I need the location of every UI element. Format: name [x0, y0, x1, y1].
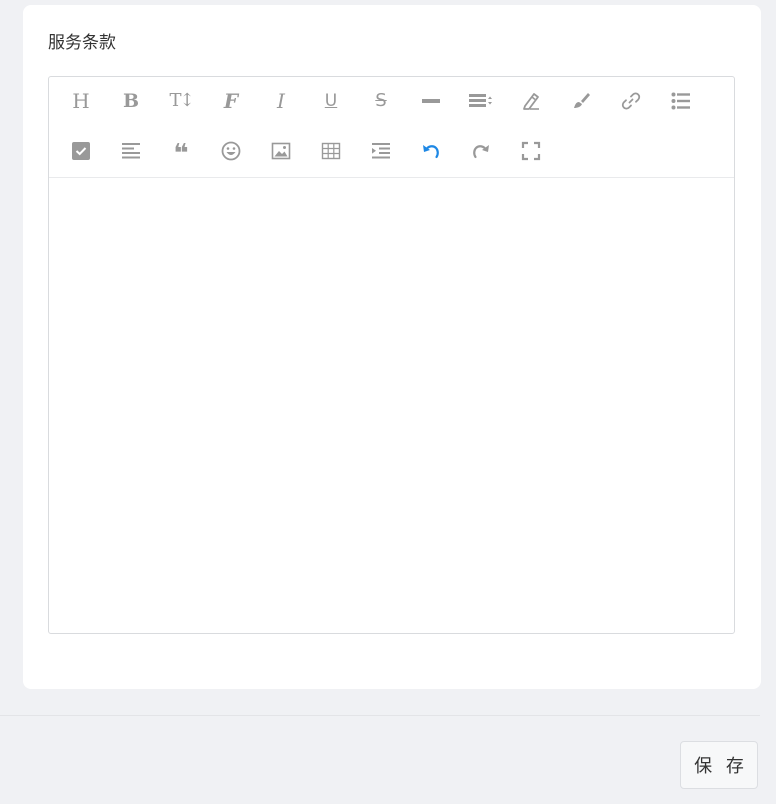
font-size-button[interactable]: T↕ [166, 86, 196, 116]
bold-button[interactable]: B [116, 86, 146, 116]
quote-icon: ❝ [173, 139, 189, 169]
align-left-icon [122, 143, 140, 159]
section-title: 服务条款 [48, 33, 116, 53]
image-icon [271, 142, 291, 160]
font-family-button[interactable]: F [216, 86, 246, 116]
text-color-icon [523, 93, 539, 110]
table-icon [321, 142, 341, 160]
underline-icon: U [324, 91, 338, 111]
link-button[interactable] [616, 86, 646, 116]
quote-button[interactable]: ❝ [166, 136, 196, 169]
fullscreen-button[interactable] [516, 136, 546, 166]
font-size-icon: T↕ [169, 90, 194, 111]
bold-icon: B [122, 90, 140, 112]
font-family-icon: F [223, 89, 239, 113]
strikethrough-button[interactable]: S [366, 86, 396, 116]
line-height-icon [469, 94, 492, 107]
indent-button[interactable] [366, 136, 396, 166]
redo-icon [473, 145, 489, 159]
emoji-button[interactable] [216, 136, 246, 166]
align-left-button[interactable] [116, 136, 146, 166]
background-color-button[interactable] [566, 86, 596, 116]
underline-button[interactable]: U [316, 86, 346, 116]
redo-button[interactable] [466, 136, 496, 166]
footer-divider [0, 715, 760, 716]
emoji-icon [221, 141, 241, 161]
fullscreen-icon [521, 141, 541, 161]
undo-button[interactable] [416, 136, 446, 166]
rich-text-editor: H B T↕ F I U S ❝ [48, 76, 735, 634]
undo-icon [423, 145, 439, 159]
terms-card: 服务条款 H B T↕ F I U S ❝ [23, 5, 761, 689]
editor-toolbar: H B T↕ F I U S ❝ [49, 77, 734, 178]
indent-icon [372, 143, 390, 159]
heading-icon: H [72, 89, 90, 113]
line-height-button[interactable] [466, 86, 496, 116]
strikethrough-icon: S [375, 90, 387, 111]
link-icon [621, 92, 641, 110]
horizontal-rule-button[interactable] [416, 86, 446, 116]
editor-content[interactable] [49, 178, 734, 633]
text-color-button[interactable] [516, 86, 546, 116]
italic-button[interactable]: I [266, 86, 296, 116]
todo-checkbox-button[interactable] [66, 136, 96, 166]
image-button[interactable] [266, 136, 296, 166]
background-color-icon [574, 93, 590, 108]
todo-checkbox-icon [72, 142, 90, 160]
unordered-list-icon [671, 92, 690, 110]
unordered-list-button[interactable] [666, 86, 696, 116]
italic-icon: I [277, 89, 285, 113]
table-button[interactable] [316, 136, 346, 166]
save-button[interactable]: 保 存 [680, 741, 758, 789]
horizontal-rule-icon [422, 99, 440, 103]
heading-button[interactable]: H [66, 86, 96, 116]
